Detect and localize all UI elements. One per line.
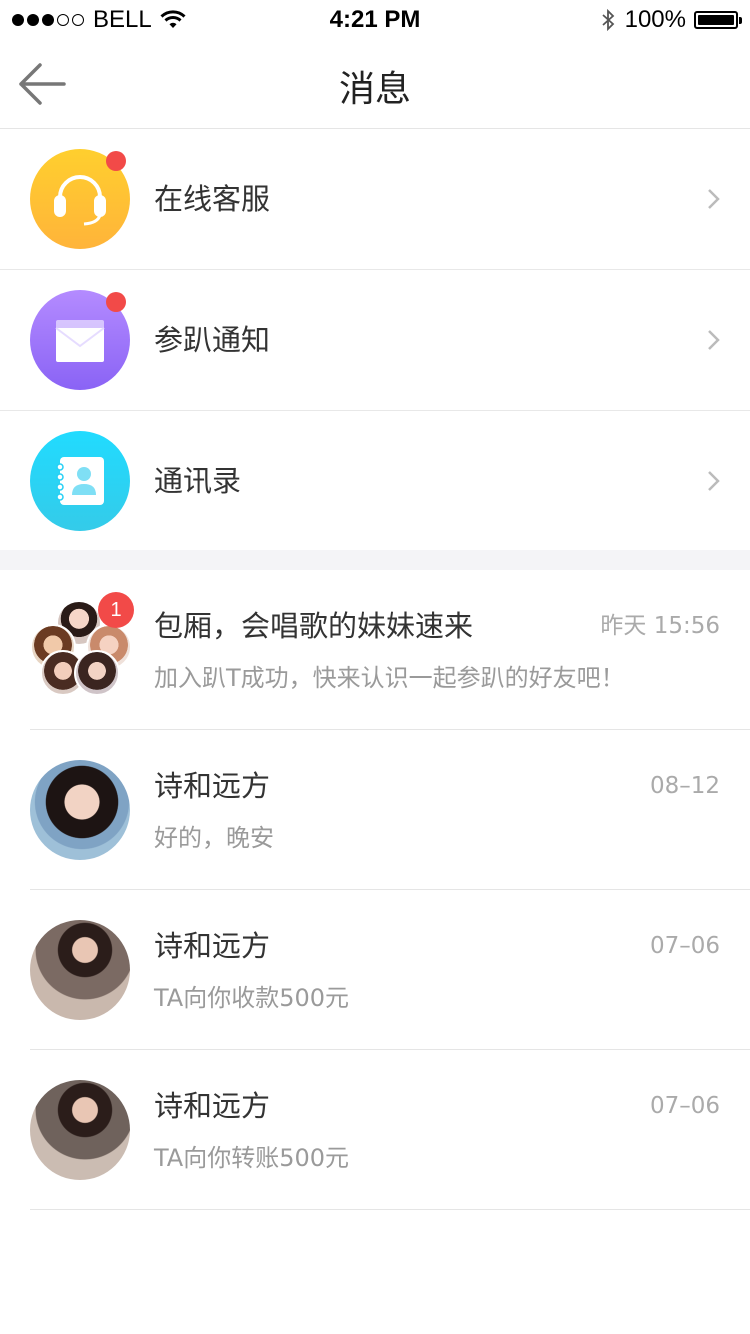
chat-preview: TA向你收款500元 xyxy=(154,984,350,1012)
chat-name: 诗和远方 xyxy=(154,1089,271,1123)
status-bar: BELL 4:21 PM 100% xyxy=(0,0,750,40)
unread-dot xyxy=(106,292,126,312)
chat-item-group[interactable]: 1 包厢，会唱歌的妹妹速来 昨天 15:56 加入趴T成功，快来认识一起参趴的好… xyxy=(0,570,750,730)
unread-dot xyxy=(106,151,126,171)
bluetooth-icon xyxy=(602,8,614,32)
menu-item-party-notice[interactable]: 参趴通知 xyxy=(0,270,750,411)
divider xyxy=(30,1209,750,1210)
chat-item[interactable]: 诗和远方 07–06 TA向你转账500元 xyxy=(0,1050,750,1210)
menu-item-label: 在线客服 xyxy=(154,182,271,216)
chat-preview: 好的，晚安 xyxy=(154,824,274,852)
battery-percent: 100% xyxy=(624,6,686,33)
chat-name: 诗和远方 xyxy=(154,769,271,803)
nav-bar: 消息 xyxy=(0,40,750,129)
chat-time: 07–06 xyxy=(649,1093,720,1119)
contacts-book-icon xyxy=(30,431,130,531)
chevron-right-icon xyxy=(708,471,720,491)
chevron-right-icon xyxy=(708,330,720,350)
chat-time: 08–12 xyxy=(649,773,720,799)
menu-item-label: 参趴通知 xyxy=(154,323,271,357)
chat-item[interactable]: 诗和远方 08–12 好的，晚安 xyxy=(0,730,750,890)
chat-preview: TA向你转账500元 xyxy=(154,1144,350,1172)
chat-item[interactable]: 诗和远方 07–06 TA向你收款500元 xyxy=(0,890,750,1050)
headset-icon xyxy=(30,149,130,249)
envelope-icon xyxy=(30,290,130,390)
chat-time: 07–06 xyxy=(649,933,720,959)
section-divider xyxy=(0,550,750,570)
chat-name: 诗和远方 xyxy=(154,929,271,963)
avatar xyxy=(74,650,120,696)
unread-count-badge: 1 xyxy=(98,592,134,628)
menu-item-label: 通讯录 xyxy=(154,464,242,498)
menu-item-customer-service[interactable]: 在线客服 xyxy=(0,129,750,270)
chat-name: 包厢，会唱歌的妹妹速来 xyxy=(154,609,474,643)
battery-icon xyxy=(694,11,742,29)
chat-preview: 加入趴T成功，快来认识一起参趴的好友吧！ xyxy=(154,664,625,692)
menu-item-contacts[interactable]: 通讯录 xyxy=(0,411,750,551)
chat-list: 1 包厢，会唱歌的妹妹速来 昨天 15:56 加入趴T成功，快来认识一起参趴的好… xyxy=(0,570,750,1210)
menu-list: 在线客服 参趴通知 通讯录 xyxy=(0,129,750,551)
chevron-right-icon xyxy=(708,189,720,209)
chat-time: 昨天 15:56 xyxy=(600,613,720,639)
avatar xyxy=(30,760,130,860)
avatar xyxy=(30,920,130,1020)
page-title: 消息 xyxy=(338,69,411,110)
status-right: 100% xyxy=(601,6,742,34)
avatar xyxy=(30,1080,130,1180)
